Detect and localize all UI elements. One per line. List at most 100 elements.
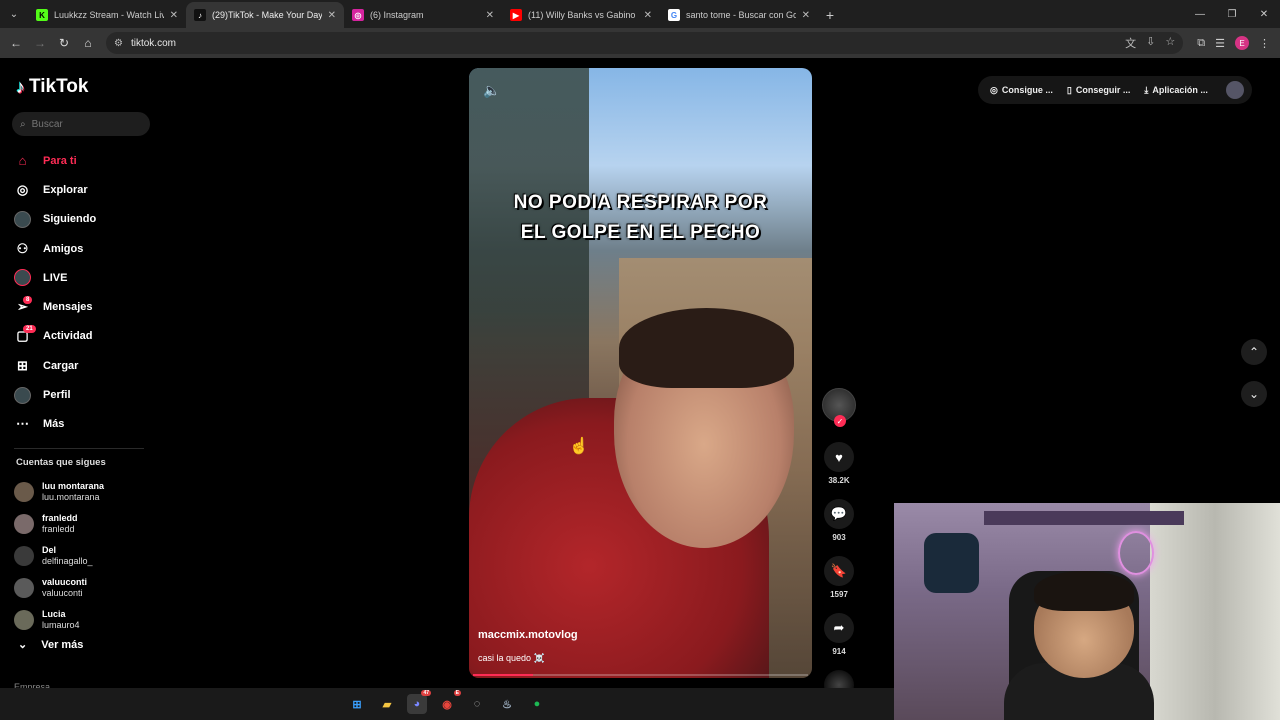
install-icon[interactable]: ⇩	[1146, 35, 1155, 51]
browser-tab[interactable]: K Luukkzz Stream - Watch Live o ✕	[28, 2, 186, 28]
volume-icon[interactable]: 🔈	[483, 82, 500, 99]
sidebar-divider	[14, 448, 144, 449]
sidebar-item-explorar[interactable]: ◎ Explorar	[14, 175, 154, 204]
share-action[interactable]: ➦ 914	[820, 613, 858, 656]
bookmark-star-icon[interactable]: ☆	[1165, 35, 1175, 51]
sidebar-item-cargar[interactable]: ⊞ Cargar	[14, 351, 154, 380]
steam-icon[interactable]: ♨	[497, 694, 517, 714]
tiktok-logo[interactable]: ♪ TikTok	[16, 76, 88, 98]
tab-search-icon[interactable]: ⌄	[0, 0, 28, 28]
tab-title: (6) Instagram	[370, 10, 424, 20]
home-icon: ⌂	[18, 153, 27, 169]
account-handle: delfinagallo_	[42, 556, 93, 566]
share-count: 914	[832, 647, 846, 656]
get-app-button[interactable]: ▯ Conseguir ...	[1063, 85, 1134, 96]
close-icon[interactable]: ✕	[170, 10, 178, 21]
browser-tabstrip: ⌄ K Luukkzz Stream - Watch Live o ✕ ♪ (2…	[0, 0, 1280, 28]
top-right-actions: ◎ Consigue ... ▯ Conseguir ... ⤓ Aplicación…	[978, 76, 1252, 104]
browser-tab-active[interactable]: ♪ (29)TikTok - Make Your Day ✕	[186, 2, 344, 28]
save-action[interactable]: 🔖 1597	[820, 556, 858, 599]
discord-icon[interactable]: ◕ 47	[407, 690, 431, 714]
chrome-icon[interactable]: ◉ E	[437, 690, 461, 714]
sidebar-item-siguiendo[interactable]: Siguiendo	[14, 205, 154, 234]
get-coins-button[interactable]: ◎ Consigue ...	[986, 85, 1057, 96]
previous-video-button[interactable]: ⌃	[1241, 339, 1267, 365]
follow-plus-icon[interactable]: ✓	[834, 415, 846, 427]
windows-start-icon[interactable]: ⊞	[347, 694, 367, 714]
translate-icon[interactable]: 文	[1125, 35, 1136, 51]
desktop-app-button[interactable]: ⤓ Aplicación ...	[1140, 85, 1212, 96]
following-account[interactable]: luu montarana luu.montarana	[14, 476, 154, 508]
avatar	[14, 482, 34, 502]
forward-icon[interactable]: →	[30, 33, 50, 53]
sidebar-item-actividad[interactable]: ▢ 21 Actividad	[14, 322, 154, 351]
creator-avatar[interactable]: ✓	[822, 388, 856, 427]
following-account[interactable]: Del delfinagallo_	[14, 540, 154, 572]
following-account[interactable]: franledd franledd	[14, 508, 154, 540]
close-icon[interactable]: ✕	[486, 10, 494, 21]
mouse-cursor-icon: ☝	[569, 438, 589, 455]
tab-title: (29)TikTok - Make Your Day	[212, 10, 322, 20]
close-icon[interactable]: ✕	[328, 10, 336, 21]
account-handle: lumauro4	[42, 620, 80, 630]
close-icon[interactable]: ✕	[644, 10, 652, 21]
kebab-menu-icon[interactable]: ⋮	[1259, 37, 1270, 50]
browser-tab[interactable]: ▶ (11) Willy Banks vs Gabino - CA ✕	[502, 2, 660, 28]
following-account[interactable]: valuuconti valuuconti	[14, 572, 154, 604]
get-app-label: Conseguir ...	[1075, 85, 1131, 95]
browser-tab[interactable]: G santo tome - Buscar con Googl ✕	[660, 2, 818, 28]
webcam-curtain	[1150, 503, 1280, 720]
reload-icon[interactable]: ↻	[54, 33, 74, 53]
heart-icon[interactable]: ♥	[824, 442, 854, 472]
file-explorer-icon[interactable]: ▰	[377, 694, 397, 714]
comment-action[interactable]: 💬 903	[820, 499, 858, 542]
home-icon[interactable]: ⌂	[78, 33, 98, 53]
video-player[interactable]: 🔈 NO PODIA RESPIRAR POR EL GOLPE EN EL P…	[469, 68, 812, 678]
url-text: tiktok.com	[130, 37, 176, 49]
address-bar[interactable]: ⚙ tiktok.com 文 ⇩ ☆	[106, 32, 1184, 54]
instagram-icon: ◎	[352, 9, 364, 21]
account-name: Del	[42, 545, 57, 555]
see-more-button[interactable]: ⌄ Ver más	[18, 638, 83, 652]
following-account[interactable]: Lucia lumauro4	[14, 604, 154, 636]
sidebar-item-para-ti[interactable]: ⌂ Para ti	[14, 146, 154, 175]
sidebar-item-live[interactable]: LIVE	[14, 263, 154, 292]
sidebar-item-label: Perfil	[43, 389, 71, 402]
video-author[interactable]: maccmix.motovlog	[478, 629, 578, 641]
sidebar-item-perfil[interactable]: Perfil	[14, 380, 154, 409]
reading-list-icon[interactable]: ☰	[1215, 37, 1225, 50]
share-icon[interactable]: ➦	[824, 613, 854, 643]
extensions-icon[interactable]: ⧉	[1197, 37, 1205, 50]
browser-tab[interactable]: ◎ (6) Instagram ✕	[344, 2, 502, 28]
like-action[interactable]: ♥ 38.2K	[820, 442, 858, 485]
windows-taskbar: ⊞ ▰ ◕ 47 ◉ E ◌ ♨ ●	[0, 688, 894, 720]
youtube-icon: ▶	[510, 9, 522, 21]
video-progress-bar[interactable]	[473, 674, 808, 676]
sidebar-item-label: Siguiendo	[43, 213, 97, 226]
site-info-icon[interactable]: ⚙	[114, 38, 123, 49]
comment-icon[interactable]: 💬	[824, 499, 854, 529]
bookmark-icon[interactable]: 🔖	[824, 556, 854, 586]
avatar	[14, 514, 34, 534]
close-icon[interactable]: ✕	[802, 10, 810, 21]
sidebar-item-mas[interactable]: ⋯ Más	[14, 410, 154, 439]
search-input[interactable]	[31, 118, 132, 130]
toolbar-right: ⧉ ☰ E ⋮	[1187, 36, 1274, 50]
streamer-hair	[1034, 571, 1134, 611]
video-caption-overlay: NO PODIA RESPIRAR POR EL GOLPE EN EL PEC…	[469, 188, 812, 248]
sidebar-item-mensajes[interactable]: ➢ 8 Mensajes	[14, 292, 154, 321]
obs-icon[interactable]: ◌	[467, 694, 487, 714]
back-icon[interactable]: ←	[6, 33, 26, 53]
profile-avatar[interactable]: E	[1235, 36, 1249, 50]
close-window-icon[interactable]: ✕	[1248, 0, 1280, 28]
neon-sign	[1118, 531, 1154, 575]
spotify-icon[interactable]: ●	[527, 694, 547, 714]
minimize-icon[interactable]: —	[1184, 0, 1216, 28]
user-avatar[interactable]	[1225, 81, 1244, 99]
sidebar-item-amigos[interactable]: ⚇ Amigos	[14, 234, 154, 263]
following-heading: Cuentas que sigues	[16, 457, 106, 468]
new-tab-button[interactable]: +	[818, 2, 842, 28]
restore-icon[interactable]: ❐	[1216, 0, 1248, 28]
next-video-button[interactable]: ⌄	[1241, 381, 1267, 407]
google-icon: G	[668, 9, 680, 21]
